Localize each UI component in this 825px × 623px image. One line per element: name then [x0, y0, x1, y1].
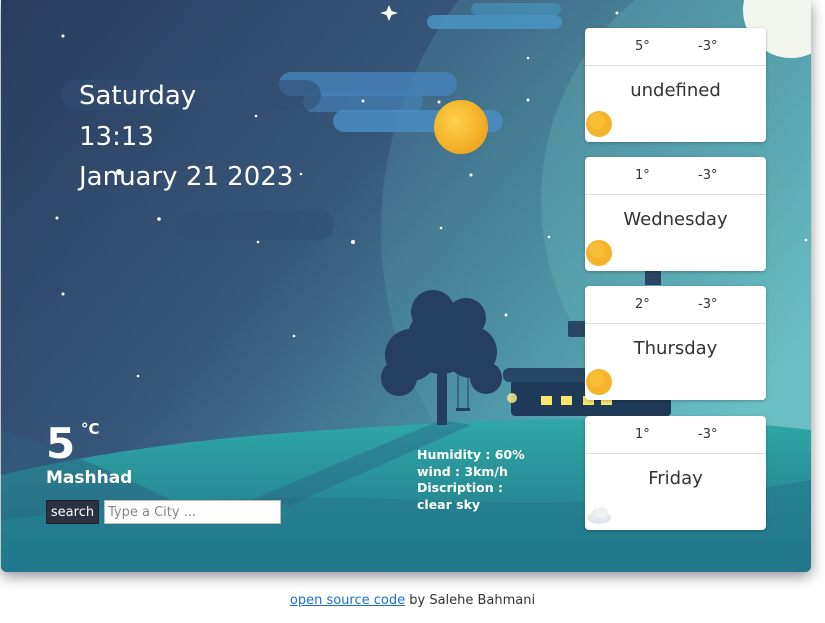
source-code-link[interactable]: open source code	[290, 593, 405, 608]
city-search-input[interactable]	[104, 500, 281, 524]
temperature-unit: °C	[81, 420, 100, 438]
current-time: 13:13	[79, 121, 154, 152]
forecast-low: -3°	[698, 427, 718, 442]
description-label: Discription :	[417, 480, 504, 495]
description-text: clear sky	[417, 496, 481, 512]
forecast-card: 2° -3° Thursday	[585, 286, 766, 400]
city-name: Mashhad	[46, 468, 133, 488]
sun-icon	[586, 240, 612, 266]
forecast-temps: 1° -3°	[585, 416, 766, 454]
temperature-display: 5 °C	[46, 419, 100, 468]
forecast-card: 1° -3° Friday	[585, 416, 766, 530]
forecast-card: 1° -3° Wednesday	[585, 157, 766, 271]
date-time-panel: Saturday 13:13 January 21 2023	[79, 76, 293, 198]
forecast-temps: 5° -3°	[585, 28, 766, 66]
forecast-temps: 1° -3°	[585, 157, 766, 195]
forecast-low: -3°	[698, 168, 718, 183]
current-day: Saturday	[79, 81, 197, 111]
forecast-high: 1°	[635, 427, 650, 442]
forecast-day: undefined	[630, 80, 721, 101]
forecast-card: 5° -3° undefined	[585, 28, 766, 142]
wind-text: wind : 3km/h	[417, 463, 508, 479]
weather-scene: Saturday 13:13 January 21 2023 5 °C Mash…	[1, 0, 811, 572]
footer: open source code by Salehe Bahmani	[0, 593, 825, 608]
sun-icon	[586, 369, 612, 395]
forecast-high: 2°	[635, 297, 650, 312]
author-credit: by Salehe Bahmani	[405, 593, 536, 608]
temperature-value: 5	[46, 419, 76, 468]
forecast-day: Wednesday	[623, 209, 728, 230]
forecast-high: 1°	[635, 168, 650, 183]
search-button[interactable]: search	[46, 500, 99, 524]
forecast-low: -3°	[698, 39, 718, 54]
forecast-low: -3°	[698, 297, 718, 312]
cloud-icon	[587, 507, 611, 524]
sun-icon	[586, 111, 612, 137]
sun-graphic	[434, 100, 488, 154]
forecast-temps: 2° -3°	[585, 286, 766, 324]
forecast-day: Friday	[648, 468, 703, 489]
forecast-high: 5°	[635, 39, 650, 54]
weather-details: Humidity : 60% wind : 3km/h Discription …	[417, 447, 525, 513]
forecast-day: Thursday	[633, 338, 718, 359]
current-date: January 21 2023	[79, 162, 294, 192]
humidity-text: Humidity : 60%	[417, 447, 525, 462]
